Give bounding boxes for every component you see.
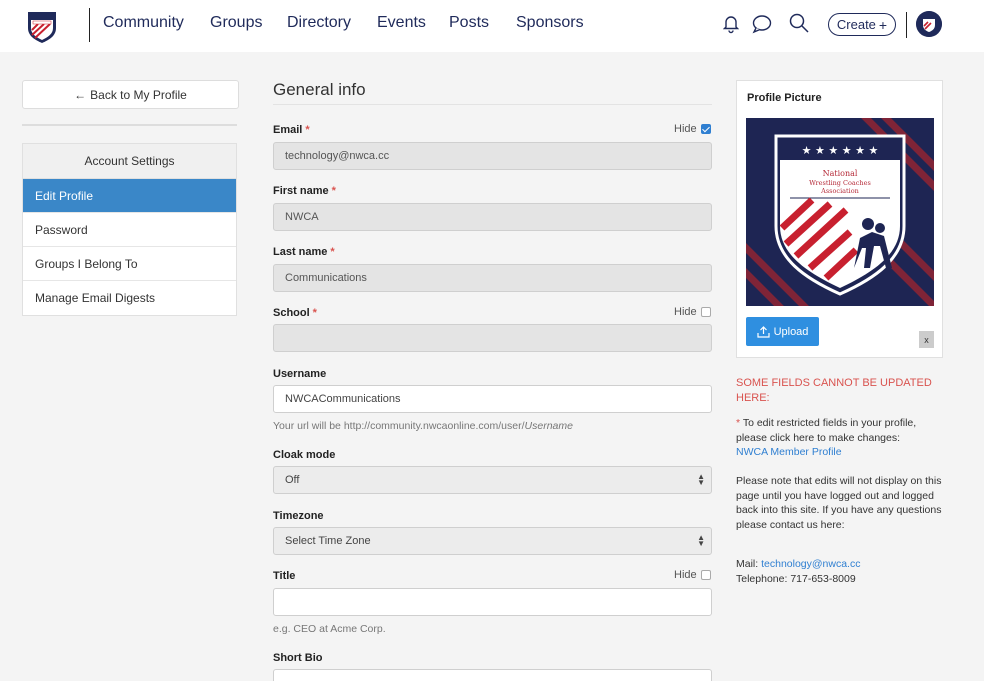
- mail-link[interactable]: technology@nwca.cc: [761, 558, 860, 570]
- plus-icon: +: [878, 16, 888, 33]
- cloak-mode-select[interactable]: Off ▲ ▼: [273, 466, 712, 494]
- restricted-fields-warning: SOME FIELDS CANNOT BE UPDATED HERE:: [736, 377, 932, 404]
- short-bio-label: Short Bio: [273, 652, 323, 664]
- chat-bubble-icon[interactable]: [751, 12, 773, 39]
- back-label: Back to My Profile: [90, 87, 187, 102]
- bell-icon[interactable]: [722, 12, 740, 39]
- email-hide-toggle[interactable]: Hide: [674, 123, 711, 135]
- email-label: Email *: [273, 124, 310, 136]
- nav-directory[interactable]: Directory: [287, 14, 351, 32]
- upload-icon: [756, 325, 770, 338]
- nav-divider: [89, 8, 90, 42]
- contact-info: Mail: technology@nwca.cc Telephone: 717-…: [736, 558, 861, 585]
- create-label: Create: [836, 17, 876, 32]
- profile-picture-title: Profile Picture: [747, 92, 822, 104]
- timezone-label: Timezone: [273, 510, 324, 522]
- member-profile-link[interactable]: NWCA Member Profile: [736, 446, 842, 458]
- email-field[interactable]: technology@nwca.cc: [273, 142, 712, 170]
- username-label: Username: [273, 368, 327, 380]
- username-field[interactable]: NWCACommunications: [273, 385, 712, 413]
- email-hide-checkbox[interactable]: [700, 124, 711, 134]
- last-name-label: Last name *: [273, 246, 335, 258]
- school-field[interactable]: [273, 324, 712, 352]
- nav-events[interactable]: Events: [377, 14, 426, 32]
- logo-line-1: National: [823, 169, 858, 178]
- nav-community[interactable]: Community: [103, 14, 184, 32]
- top-navbar: Community Groups Directory Events Posts …: [0, 0, 984, 52]
- sidebar-item-password[interactable]: Password: [23, 213, 236, 247]
- school-hide-checkbox[interactable]: [700, 307, 711, 317]
- school-hide-toggle[interactable]: Hide: [674, 306, 711, 318]
- select-arrows-icon: ▲ ▼: [697, 472, 705, 487]
- school-label: School *: [273, 307, 317, 319]
- first-name-field[interactable]: NWCA: [273, 203, 712, 231]
- username-help-text: Your url will be http://community.nwcaon…: [273, 420, 573, 432]
- logout-note: Please note that edits will not display …: [736, 475, 942, 531]
- short-bio-field[interactable]: [273, 669, 712, 681]
- create-button[interactable]: Create +: [828, 13, 896, 36]
- profile-picture-panel: Profile Picture ★ ★ ★ ★ ★ ★ National Wre…: [736, 80, 943, 358]
- account-settings-menu: Account Settings Edit Profile Password G…: [22, 143, 237, 316]
- nav-divider-right: [906, 12, 907, 38]
- phone-number: 717-653-8009: [790, 572, 856, 585]
- sidebar-divider: [22, 124, 237, 126]
- timezone-select[interactable]: Select Time Zone ▲ ▼: [273, 527, 712, 555]
- edit-restricted-text: * To edit restricted fields in your prof…: [736, 417, 917, 458]
- back-to-profile-button[interactable]: ← Back to My Profile: [22, 80, 239, 109]
- nav-posts[interactable]: Posts: [449, 14, 489, 32]
- last-name-field[interactable]: Communications: [273, 264, 712, 292]
- first-name-label: First name *: [273, 185, 336, 197]
- sidebar-item-groups[interactable]: Groups I Belong To: [23, 247, 236, 281]
- search-icon[interactable]: [788, 12, 810, 39]
- profile-picture-image: ★ ★ ★ ★ ★ ★ National Wrestling Coaches A…: [746, 118, 934, 306]
- title-label: Title: [273, 570, 296, 582]
- logo-line-2: Wrestling Coaches: [809, 179, 871, 187]
- title-help-text: e.g. CEO at Acme Corp.: [273, 623, 386, 635]
- svg-text:★ ★ ★ ★ ★ ★: ★ ★ ★ ★ ★ ★: [802, 144, 879, 157]
- arrow-left-icon: ←: [74, 87, 87, 102]
- title-hide-checkbox[interactable]: [700, 570, 711, 580]
- upload-label: Upload: [773, 325, 809, 338]
- logo-line-3: Association: [820, 187, 859, 195]
- remove-picture-button[interactable]: x: [919, 331, 934, 348]
- title-divider: [273, 104, 712, 105]
- title-field[interactable]: [273, 588, 712, 616]
- page-title: General info: [273, 80, 366, 99]
- nav-groups[interactable]: Groups: [210, 14, 262, 32]
- timezone-value: Select Time Zone: [285, 535, 371, 547]
- cloak-mode-value: Off: [285, 474, 300, 486]
- cloak-mode-label: Cloak mode: [273, 449, 336, 461]
- account-settings-heading: Account Settings: [23, 144, 236, 179]
- nav-sponsors[interactable]: Sponsors: [516, 14, 584, 32]
- title-hide-toggle[interactable]: Hide: [674, 569, 711, 581]
- nwca-logo[interactable]: [24, 10, 60, 44]
- sidebar-item-edit-profile[interactable]: Edit Profile: [23, 179, 236, 213]
- select-arrows-icon: ▲ ▼: [697, 533, 705, 548]
- upload-button[interactable]: Upload: [746, 317, 819, 346]
- sidebar-item-email-digests[interactable]: Manage Email Digests: [23, 281, 236, 315]
- user-avatar[interactable]: [916, 11, 942, 37]
